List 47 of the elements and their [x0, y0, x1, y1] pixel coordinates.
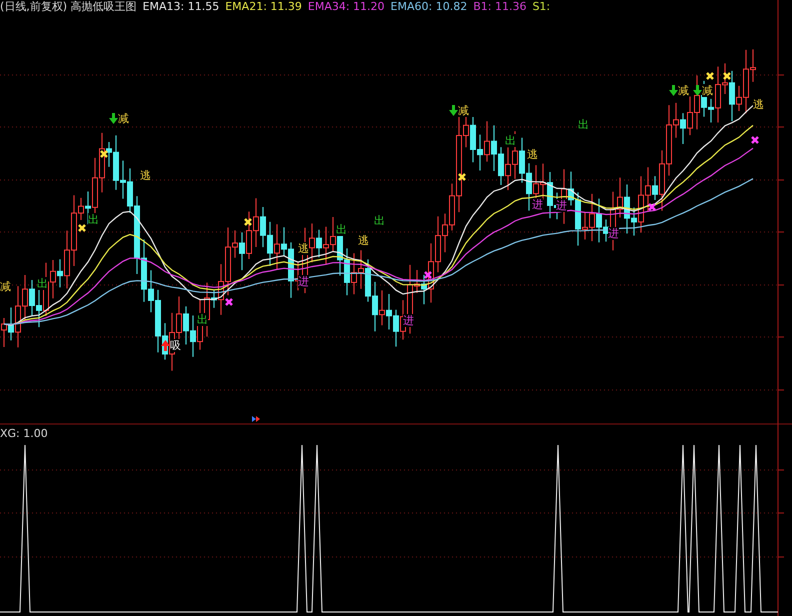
indicator-value: EMA60: 10.82: [390, 0, 468, 14]
cross-marker: [224, 298, 234, 306]
signal-label: 逃: [298, 242, 309, 255]
signal-label: 减: [458, 104, 469, 117]
cross-marker: [78, 224, 86, 232]
signal-label: 逃: [527, 148, 538, 161]
signal-label: 出: [374, 214, 385, 227]
signal-label: 逃: [753, 98, 764, 111]
signal-label: 吸: [170, 339, 181, 352]
arrow-icon: [109, 113, 118, 124]
signal-label: 减: [678, 84, 689, 97]
signal-label: 出: [197, 313, 208, 326]
arrow-icon: [161, 340, 170, 351]
signal-label: 进: [532, 198, 543, 211]
signal-label: 逃: [140, 169, 151, 182]
indicator-value: EMA21: 11.39: [225, 0, 302, 14]
indicator-value: S1:: [532, 0, 550, 14]
signal-label: 进: [298, 275, 309, 288]
cross-marker: [722, 72, 732, 80]
indicator-value: B1: 11.36: [473, 0, 526, 14]
arrow-icon: [693, 85, 702, 96]
indicator-value: EMA13: 11.55: [142, 0, 220, 14]
signal-label: 出: [505, 134, 516, 147]
signal-label: 减: [0, 280, 11, 293]
cross-marker: [458, 172, 466, 182]
signal-label: 出: [37, 277, 48, 290]
chart-title: (日线,前复权) 高抛低吸王图: [0, 0, 137, 14]
indicator-value: XG: 1.00: [0, 427, 48, 441]
cross-marker: [706, 72, 714, 80]
cross-marker: [244, 218, 252, 226]
signal-label: 减: [118, 112, 129, 125]
cross-marker: [648, 202, 656, 212]
cross-marker: [750, 136, 760, 144]
signal-label: 逃: [358, 234, 369, 247]
arrow-icon: [449, 105, 458, 116]
cross-marker: [424, 270, 432, 280]
signal-label: 出: [336, 223, 347, 236]
signal-label: 出: [578, 118, 589, 131]
cross-marker: [100, 150, 108, 158]
signal-label: 出: [88, 213, 99, 226]
signal-label: 进: [403, 314, 414, 327]
indicator-value: EMA34: 11.20: [308, 0, 385, 14]
double-arrow-icon[interactable]: [252, 416, 260, 422]
arrow-icon: [669, 85, 678, 96]
signal-label: 减: [702, 84, 713, 97]
signal-label: 进: [608, 227, 619, 240]
signal-label: 进: [556, 199, 567, 212]
